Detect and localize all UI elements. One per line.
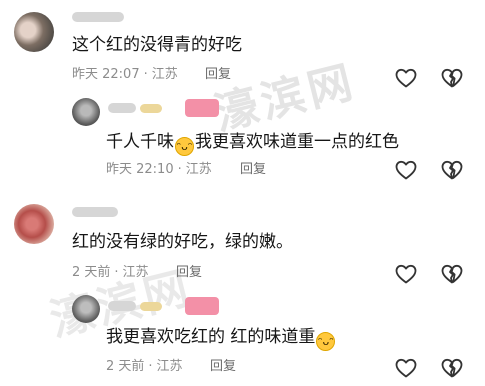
reply-button[interactable]: 回复 <box>205 66 231 84</box>
username-blurred[interactable] <box>72 207 118 217</box>
avatar[interactable] <box>14 204 54 244</box>
comment-meta: 2 天前 · 江苏 <box>72 265 149 280</box>
username-blurred[interactable] <box>108 301 136 311</box>
comment-location: 江苏 <box>151 67 178 82</box>
heart-outline-icon[interactable] <box>394 66 418 90</box>
comment-text: 红的没有绿的好吃，绿的嫩。 <box>72 232 293 252</box>
comment-text-part: 我更喜欢吃红的 红的味道重 <box>106 327 316 347</box>
heart-outline-icon[interactable] <box>394 262 418 286</box>
avatar[interactable] <box>14 12 54 52</box>
comment-time: 2 天前 <box>72 265 111 280</box>
comment-text-part: 千人千味 <box>106 132 174 152</box>
avatar[interactable] <box>72 295 100 323</box>
broken-heart-icon[interactable] <box>440 262 464 286</box>
comment-location: 江苏 <box>156 359 183 374</box>
comment-time: 昨天 22:07 <box>72 67 140 82</box>
badge <box>185 99 219 117</box>
broken-heart-icon[interactable] <box>440 158 464 182</box>
comment-text-part: 我更喜欢味道重一点的红色 <box>195 132 399 152</box>
username-blurred[interactable] <box>72 12 124 22</box>
grinning-face-emoji: ᵔᴗᵔ <box>316 332 336 351</box>
comment-time: 2 天前 <box>106 359 145 374</box>
comment-meta: 2 天前 · 江苏 <box>106 359 183 374</box>
username-blurred[interactable] <box>108 103 136 113</box>
watermark: 濠滨网 <box>209 56 362 141</box>
reply-button[interactable]: 回复 <box>210 358 236 376</box>
comment-time: 昨天 22:10 <box>106 162 174 177</box>
reply-button[interactable]: 回复 <box>240 161 266 179</box>
heart-outline-icon[interactable] <box>394 158 418 182</box>
grinning-face-emoji: ᵔᴗᵔ <box>175 137 194 156</box>
comment-meta: 昨天 22:10 · 江苏 <box>106 162 212 177</box>
comment-text: 我更喜欢吃红的 红的味道重 ᵔᴗᵔ <box>106 326 336 351</box>
comment-text: 这个红的没得青的好吃 <box>72 35 242 55</box>
comment-text: 千人千味 ᵔᴗᵔ 我更喜欢味道重一点的红色 <box>106 131 399 156</box>
comment-meta: 昨天 22:07 · 江苏 <box>72 67 178 82</box>
badge <box>140 302 162 311</box>
heart-outline-icon[interactable] <box>394 356 418 380</box>
avatar[interactable] <box>72 98 100 126</box>
comment-location: 江苏 <box>122 265 149 280</box>
broken-heart-icon[interactable] <box>440 66 464 90</box>
comment-location: 江苏 <box>185 162 212 177</box>
reply-button[interactable]: 回复 <box>176 264 202 282</box>
badge <box>185 297 219 315</box>
badge <box>140 104 162 113</box>
broken-heart-icon[interactable] <box>440 356 464 380</box>
